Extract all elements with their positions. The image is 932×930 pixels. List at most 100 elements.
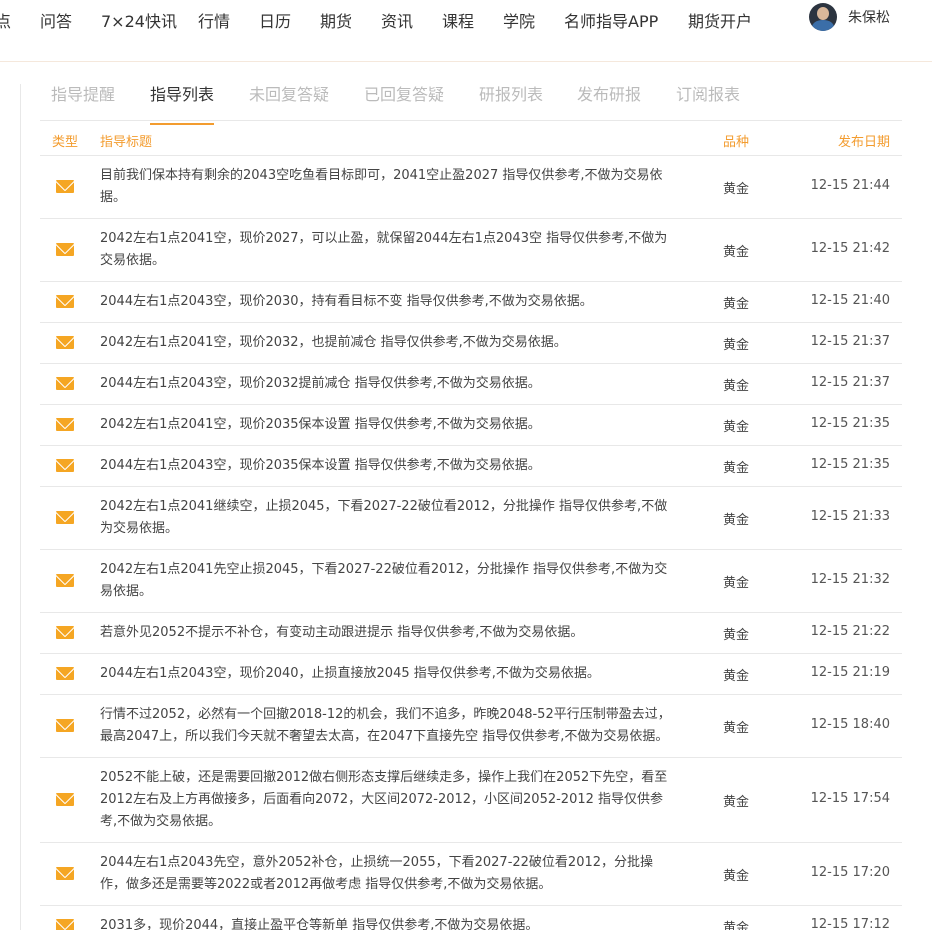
sidebar-divider <box>20 84 21 930</box>
header-title: 指导标题 <box>100 135 153 150</box>
mail-icon <box>56 719 74 732</box>
avatar[interactable] <box>809 3 837 31</box>
row-date: 12-15 21:37 <box>810 334 890 349</box>
mail-icon <box>56 377 74 390</box>
row-variety: 黄金 <box>723 461 750 476</box>
table-row[interactable]: 行情不过2052，必然有一个回撤2018-12的机会，我们不追多，昨晚2048-… <box>40 695 902 758</box>
mail-icon <box>56 867 74 880</box>
table-row[interactable]: 2044左右1点2043先空，意外2052补仓，止损统一2055，下看2027-… <box>40 843 902 906</box>
row-title[interactable]: 若意外见2052不提示不补仓，有变动主动跟进提示 指导仅供参考,不做为交易依据。 <box>100 622 675 644</box>
row-date: 12-15 17:20 <box>810 865 890 880</box>
guidance-table: 目前我们保本持有剩余的2043空吃鱼看目标即可，2041空止盈2027 指导仅供… <box>40 156 902 930</box>
row-date: 12-15 21:44 <box>810 178 890 193</box>
row-variety: 黄金 <box>723 420 750 435</box>
table-row[interactable]: 2052不能上破，还是需要回撤2012做右侧形态支撑后继续走多，操作上我们在20… <box>40 758 902 843</box>
nav-item-futures[interactable]: 期货 <box>320 8 352 32</box>
nav-item-flash-news[interactable]: 7×24快讯 <box>101 8 177 32</box>
mail-icon <box>56 459 74 472</box>
tab-subscription-report[interactable]: 订阅报表 <box>676 81 740 123</box>
mail-icon <box>56 418 74 431</box>
row-variety: 黄金 <box>723 513 750 528</box>
row-date: 12-15 18:40 <box>810 717 890 732</box>
tab-answered-qa[interactable]: 已回复答疑 <box>364 81 444 123</box>
row-date: 12-15 21:32 <box>810 572 890 587</box>
table-row[interactable]: 目前我们保本持有剩余的2043空吃鱼看目标即可，2041空止盈2027 指导仅供… <box>40 156 902 219</box>
nav-item-mentor-app[interactable]: 名师指导APP <box>564 8 658 32</box>
row-title[interactable]: 2044左右1点2043空，现价2032提前减仓 指导仅供参考,不做为交易依据。 <box>100 373 675 395</box>
table-row[interactable]: 2044左右1点2043空，现价2032提前减仓 指导仅供参考,不做为交易依据。… <box>40 364 902 405</box>
row-date: 12-15 21:19 <box>810 665 890 680</box>
row-variety: 黄金 <box>723 338 750 353</box>
mail-icon <box>56 667 74 680</box>
table-row[interactable]: 若意外见2052不提示不补仓，有变动主动跟进提示 指导仅供参考,不做为交易依据。… <box>40 613 902 654</box>
nav-item-calendar[interactable]: 日历 <box>259 8 291 32</box>
row-date: 12-15 21:40 <box>810 293 890 308</box>
mail-icon <box>56 336 74 349</box>
row-date: 12-15 21:37 <box>810 375 890 390</box>
tab-research-list[interactable]: 研报列表 <box>479 81 543 123</box>
row-date: 12-15 21:22 <box>810 624 890 639</box>
table-row[interactable]: 2042左右1点2041继续空，止损2045，下看2027-22破位看2012，… <box>40 487 902 550</box>
mail-icon <box>56 574 74 587</box>
tab-guidance-list[interactable]: 指导列表 <box>150 81 215 125</box>
row-title[interactable]: 2042左右1点2041空，现价2027，可以止盈，就保留2044左右1点204… <box>100 228 675 272</box>
row-date: 12-15 21:42 <box>810 241 890 256</box>
mail-icon <box>56 511 74 524</box>
nav-item-courses[interactable]: 课程 <box>442 8 474 32</box>
row-variety: 黄金 <box>723 379 750 394</box>
table-row[interactable]: 2044左右1点2043空，现价2035保本设置 指导仅供参考,不做为交易依据。… <box>40 446 902 487</box>
mail-icon <box>56 793 74 806</box>
header-variety: 品种 <box>723 135 750 150</box>
user-name[interactable]: 朱保松 <box>848 7 890 27</box>
tab-unanswered-qa[interactable]: 未回复答疑 <box>249 81 329 123</box>
table-row[interactable]: 2042左右1点2041空，现价2027，可以止盈，就保留2044左右1点204… <box>40 219 902 282</box>
row-title[interactable]: 2044左右1点2043空，现价2030，持有看目标不变 指导仅供参考,不做为交… <box>100 291 675 313</box>
nav-item-qa[interactable]: 问答 <box>40 8 72 32</box>
nav-item-academy[interactable]: 学院 <box>503 8 535 32</box>
mail-icon <box>56 295 74 308</box>
table-row[interactable]: 2031多，现价2044，直接止盈平仓等新单 指导仅供参考,不做为交易依据。 黄… <box>40 906 902 930</box>
row-date: 12-15 21:33 <box>810 509 890 524</box>
row-variety: 黄金 <box>723 245 750 260</box>
tab-bar: 指导提醒 指导列表 未回复答疑 已回复答疑 研报列表 发布研报 订阅报表 <box>40 70 902 125</box>
mail-icon <box>56 243 74 256</box>
row-title[interactable]: 目前我们保本持有剩余的2043空吃鱼看目标即可，2041空止盈2027 指导仅供… <box>100 165 675 209</box>
nav-item-partial[interactable]: 点 <box>0 8 11 32</box>
row-title[interactable]: 2044左右1点2043空，现价2040，止损直接放2045 指导仅供参考,不做… <box>100 663 675 685</box>
row-variety: 黄金 <box>723 628 750 643</box>
table-header: 类型 指导标题 品种 发布日期 <box>40 121 902 156</box>
table-row[interactable]: 2042左右1点2041空，现价2035保本设置 指导仅供参考,不做为交易依据。… <box>40 405 902 446</box>
nav-item-market[interactable]: 行情 <box>198 8 230 32</box>
row-variety: 黄金 <box>723 921 750 930</box>
row-title[interactable]: 2044左右1点2043空，现价2035保本设置 指导仅供参考,不做为交易依据。 <box>100 455 675 477</box>
mail-icon <box>56 626 74 639</box>
row-variety: 黄金 <box>723 869 750 884</box>
row-variety: 黄金 <box>723 669 750 684</box>
tab-guidance-reminder[interactable]: 指导提醒 <box>51 81 115 123</box>
row-title[interactable]: 2042左右1点2041空，现价2035保本设置 指导仅供参考,不做为交易依据。 <box>100 414 675 436</box>
nav-item-open-account[interactable]: 期货开户 <box>688 8 752 32</box>
row-title[interactable]: 2042左右1点2041先空止损2045，下看2027-22破位看2012，分批… <box>100 559 675 603</box>
row-title[interactable]: 2044左右1点2043先空，意外2052补仓，止损统一2055，下看2027-… <box>100 852 675 896</box>
row-variety: 黄金 <box>723 721 750 736</box>
row-date: 12-15 21:35 <box>810 416 890 431</box>
nav-item-news[interactable]: 资讯 <box>381 8 413 32</box>
row-title[interactable]: 2042左右1点2041继续空，止损2045，下看2027-22破位看2012，… <box>100 496 675 540</box>
row-title[interactable]: 2031多，现价2044，直接止盈平仓等新单 指导仅供参考,不做为交易依据。 <box>100 915 675 930</box>
tab-publish-research[interactable]: 发布研报 <box>577 81 641 123</box>
header-date: 发布日期 <box>837 135 890 150</box>
table-row[interactable]: 2042左右1点2041空，现价2032，也提前减仓 指导仅供参考,不做为交易依… <box>40 323 902 364</box>
table-row[interactable]: 2042左右1点2041先空止损2045，下看2027-22破位看2012，分批… <box>40 550 902 613</box>
row-title[interactable]: 2052不能上破，还是需要回撤2012做右侧形态支撑后继续走多，操作上我们在20… <box>100 767 675 833</box>
row-title[interactable]: 2042左右1点2041空，现价2032，也提前减仓 指导仅供参考,不做为交易依… <box>100 332 675 354</box>
row-variety: 黄金 <box>723 795 750 810</box>
table-row[interactable]: 2044左右1点2043空，现价2040，止损直接放2045 指导仅供参考,不做… <box>40 654 902 695</box>
row-title[interactable]: 行情不过2052，必然有一个回撤2018-12的机会，我们不追多，昨晚2048-… <box>100 704 675 748</box>
header-type: 类型 <box>52 135 79 150</box>
row-date: 12-15 17:12 <box>810 917 890 930</box>
row-date: 12-15 17:54 <box>810 791 890 806</box>
row-variety: 黄金 <box>723 182 750 197</box>
table-row[interactable]: 2044左右1点2043空，现价2030，持有看目标不变 指导仅供参考,不做为交… <box>40 282 902 323</box>
row-variety: 黄金 <box>723 576 750 591</box>
user-menu[interactable]: 朱保松 <box>809 3 890 31</box>
